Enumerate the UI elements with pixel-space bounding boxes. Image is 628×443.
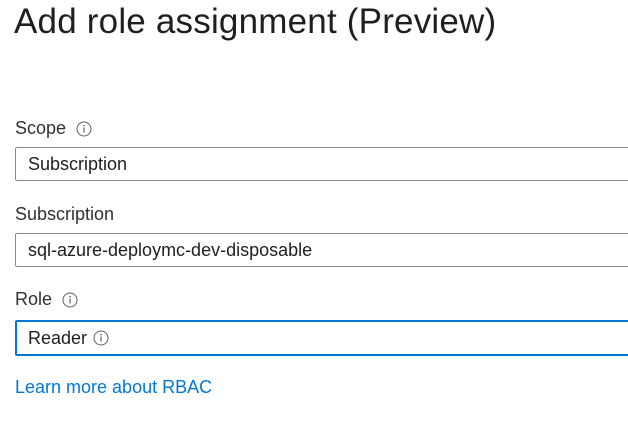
scope-field[interactable]: Subscription [15,147,628,181]
subscription-field[interactable]: sql-azure-deploymc-dev-disposable [15,233,628,267]
role-label: Role [15,289,53,309]
role-info-icon[interactable] [62,292,78,308]
subscription-label-row: Subscription [15,204,114,225]
role-label-row: Role [15,289,78,310]
role-value: Reader [28,327,88,348]
scope-label-row: Scope [15,118,92,139]
role-field[interactable]: Reader [15,320,628,356]
subscription-label: Subscription [15,204,115,224]
page-title: Add role assignment (Preview) [14,2,497,41]
scope-value: Subscription [28,153,128,174]
role-value-info-icon[interactable] [93,330,109,346]
scope-info-icon[interactable] [76,121,92,137]
learn-more-rbac-link[interactable]: Learn more about RBAC [15,377,212,398]
subscription-value: sql-azure-deploymc-dev-disposable [28,239,313,260]
scope-label: Scope [15,118,67,138]
